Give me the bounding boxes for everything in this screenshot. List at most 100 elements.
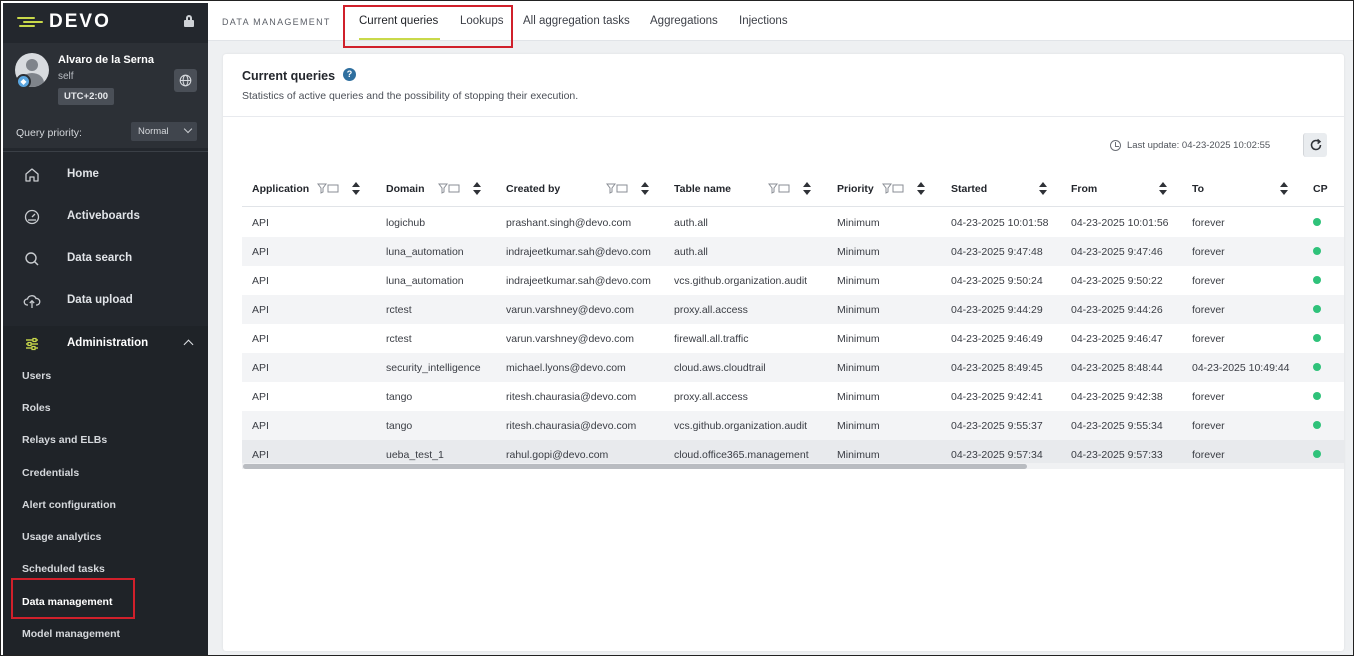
table-row[interactable]: API tango ritesh.chaurasia@devo.com vcs.git… bbox=[242, 411, 1344, 440]
admin-item-usage-analytics[interactable]: Usage analytics bbox=[22, 531, 101, 543]
admin-item-model-management[interactable]: Model management bbox=[22, 628, 120, 640]
sort-icon[interactable] bbox=[803, 182, 811, 195]
table-row[interactable]: API security_intelligence michael.lyons@de… bbox=[242, 353, 1344, 382]
brand-name: DEVO bbox=[49, 11, 111, 32]
column-header-table-name[interactable]: Table name bbox=[674, 183, 731, 195]
sort-icon[interactable] bbox=[1039, 182, 1047, 195]
refresh-button[interactable] bbox=[1303, 133, 1327, 157]
page-subtitle: Statistics of active queries and the pos… bbox=[242, 90, 579, 102]
page-title: Current queries bbox=[242, 69, 336, 83]
table-row[interactable]: API rctest varun.varshney@devo.com firewall… bbox=[242, 324, 1344, 353]
cell-started: 04-23-2025 8:49:45 bbox=[951, 362, 1043, 374]
admin-item-scheduled-tasks[interactable]: Scheduled tasks bbox=[22, 563, 105, 575]
nav-label-data-search: Data search bbox=[67, 252, 133, 264]
nav-item-administration[interactable]: Administration bbox=[3, 326, 208, 360]
table-row[interactable]: API tango ritesh.chaurasia@devo.com proxy.a… bbox=[242, 382, 1344, 411]
filter-icon[interactable] bbox=[317, 183, 339, 194]
column-header-to[interactable]: To bbox=[1192, 183, 1204, 195]
cell-domain: rctest bbox=[386, 333, 412, 345]
cell-from: 04-23-2025 9:42:38 bbox=[1071, 391, 1163, 403]
nav-item-activeboards[interactable]: Activeboards bbox=[3, 195, 208, 237]
cell-table-name: proxy.all.access bbox=[674, 391, 748, 403]
user-role: self bbox=[58, 71, 74, 82]
sort-icon[interactable] bbox=[473, 182, 481, 195]
nav-item-data-search[interactable]: Data search bbox=[3, 237, 208, 279]
sidebar: DEVO ◆ Alvaro de la Serna self UTC+2:00 … bbox=[3, 3, 208, 655]
cell-domain: luna_automation bbox=[386, 275, 464, 287]
cell-from: 04-23-2025 8:48:44 bbox=[1071, 362, 1163, 374]
filter-icon[interactable] bbox=[768, 183, 790, 194]
filter-icon[interactable] bbox=[606, 183, 628, 194]
logo[interactable]: DEVO bbox=[17, 11, 111, 33]
column-header-from[interactable]: From bbox=[1071, 183, 1097, 195]
column-header-created-by[interactable]: Created by bbox=[506, 183, 560, 195]
globe-button[interactable] bbox=[174, 69, 197, 92]
admin-item-users[interactable]: Users bbox=[22, 370, 51, 382]
filter-icon[interactable] bbox=[882, 183, 904, 194]
cell-priority: Minimum bbox=[837, 246, 880, 258]
tab-aggregations[interactable]: Aggregations bbox=[650, 15, 718, 27]
globe-icon bbox=[179, 74, 192, 87]
cell-domain: tango bbox=[386, 420, 413, 432]
cell-created-by: varun.varshney@devo.com bbox=[506, 333, 634, 345]
nav-label-activeboards: Activeboards bbox=[67, 210, 140, 222]
cell-started: 04-23-2025 9:44:29 bbox=[951, 304, 1043, 316]
table-row[interactable]: API rctest varun.varshney@devo.com proxy.al… bbox=[242, 295, 1344, 324]
nav-item-data-upload[interactable]: Data upload bbox=[3, 279, 208, 321]
cell-to: forever bbox=[1192, 420, 1225, 432]
sort-icon[interactable] bbox=[1280, 182, 1288, 195]
cell-table-name: cloud.aws.cloudtrail bbox=[674, 362, 766, 374]
filter-icon[interactable] bbox=[438, 183, 460, 194]
admin-item-credentials[interactable]: Credentials bbox=[22, 467, 79, 479]
admin-item-roles[interactable]: Roles bbox=[22, 402, 51, 414]
lock-icon[interactable] bbox=[184, 15, 194, 27]
cell-table-name: cloud.office365.management bbox=[674, 449, 809, 461]
column-header-started[interactable]: Started bbox=[951, 183, 987, 195]
cell-domain: ueba_test_1 bbox=[386, 449, 444, 461]
cell-table-name: vcs.github.organization.audit bbox=[674, 275, 808, 287]
nav-item-home[interactable]: Home bbox=[3, 153, 208, 195]
table-row[interactable]: API luna_automation indrajeetkumar.sah@dev… bbox=[242, 266, 1344, 295]
table-row[interactable]: API luna_automation indrajeetkumar.sah@dev… bbox=[242, 237, 1344, 266]
chevron-down-icon bbox=[183, 124, 193, 134]
sort-icon[interactable] bbox=[352, 182, 360, 195]
admin-item-relays[interactable]: Relays and ELBs bbox=[22, 434, 107, 446]
table-row[interactable]: API logichub prashant.singh@devo.com auth.a… bbox=[242, 208, 1344, 237]
column-header-cp[interactable]: CP bbox=[1313, 183, 1328, 195]
cell-started: 04-23-2025 9:57:34 bbox=[951, 449, 1043, 461]
admin-item-alert-configuration[interactable]: Alert configuration bbox=[22, 499, 116, 511]
cell-from: 04-23-2025 9:50:22 bbox=[1071, 275, 1163, 287]
tab-all-aggregation-tasks[interactable]: All aggregation tasks bbox=[523, 15, 630, 27]
horizontal-scrollbar-thumb[interactable] bbox=[243, 464, 1027, 469]
column-header-priority[interactable]: Priority bbox=[837, 183, 874, 195]
cell-to: forever bbox=[1192, 333, 1225, 345]
cell-priority: Minimum bbox=[837, 449, 880, 461]
cell-started: 04-23-2025 9:47:48 bbox=[951, 246, 1043, 258]
chevron-up-icon[interactable] bbox=[183, 339, 194, 350]
sort-icon[interactable] bbox=[917, 182, 925, 195]
query-priority-select[interactable]: Normal bbox=[131, 122, 197, 141]
cell-from: 04-23-2025 9:44:26 bbox=[1071, 304, 1163, 316]
status-dot-icon bbox=[1313, 421, 1321, 429]
refresh-icon bbox=[1310, 138, 1321, 151]
cell-from: 04-23-2025 9:46:47 bbox=[1071, 333, 1163, 345]
card-divider bbox=[223, 116, 1344, 117]
cell-priority: Minimum bbox=[837, 217, 880, 229]
status-dot-icon bbox=[1313, 247, 1321, 255]
sidebar-divider bbox=[3, 151, 208, 152]
status-dot-icon bbox=[1313, 276, 1321, 284]
sort-icon[interactable] bbox=[1159, 182, 1167, 195]
sort-icon[interactable] bbox=[641, 182, 649, 195]
highlight-box-data-management bbox=[11, 578, 135, 619]
tab-injections[interactable]: Injections bbox=[739, 15, 788, 27]
status-dot-icon bbox=[1313, 334, 1321, 342]
query-priority-row: Query priority: Normal bbox=[3, 115, 208, 149]
cell-to: 04-23-2025 10:49:44 bbox=[1192, 362, 1290, 374]
help-icon[interactable]: ? bbox=[343, 68, 356, 81]
cell-from: 04-23-2025 9:47:46 bbox=[1071, 246, 1163, 258]
clock-icon bbox=[1110, 140, 1121, 151]
cell-priority: Minimum bbox=[837, 420, 880, 432]
column-header-domain[interactable]: Domain bbox=[386, 183, 425, 195]
cell-created-by: varun.varshney@devo.com bbox=[506, 304, 634, 316]
column-header-application[interactable]: Application bbox=[252, 183, 309, 195]
